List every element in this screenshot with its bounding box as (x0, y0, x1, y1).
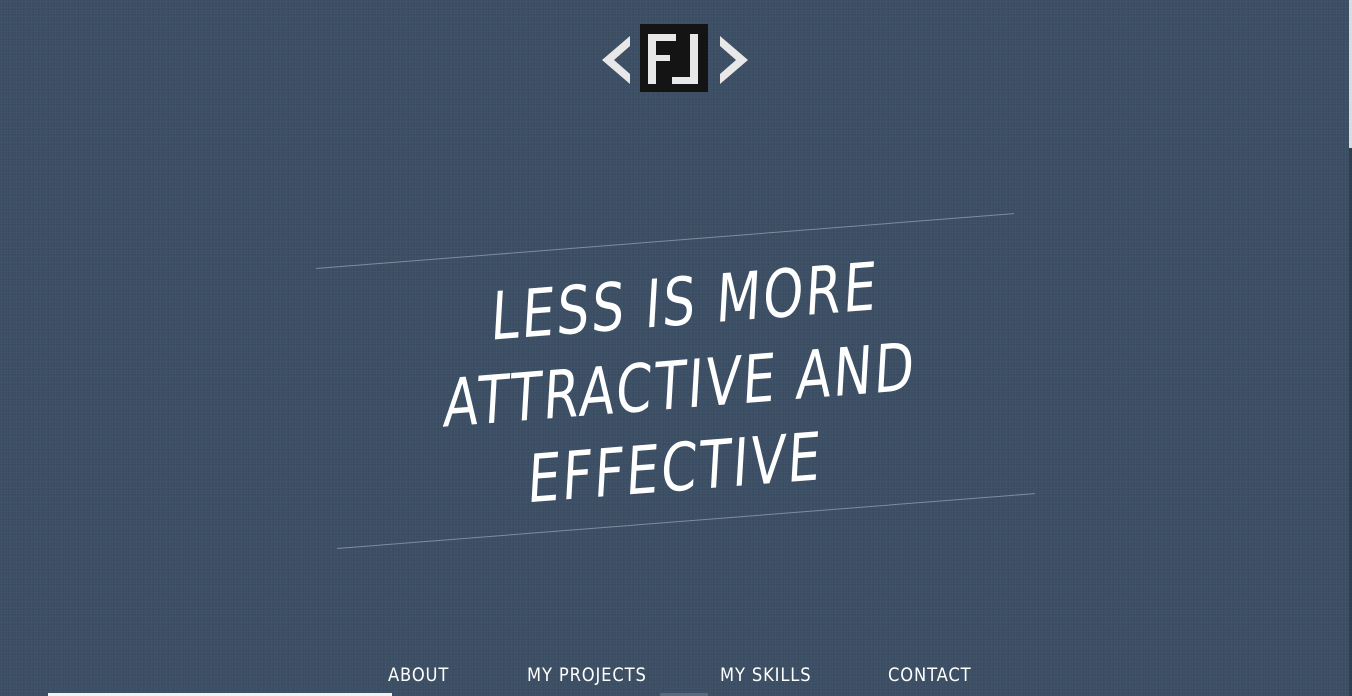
hero-headline: LESS IS MORE ATTRACTIVE AND EFFECTIVE (424, 241, 936, 530)
fl-logo-icon (602, 24, 748, 92)
site-logo[interactable] (598, 22, 752, 94)
nav-item-contact[interactable]: CONTACT (888, 664, 972, 686)
nav-item-my-skills[interactable]: MY SKILLS (720, 664, 812, 686)
nav-item-my-projects[interactable]: MY PROJECTS (527, 664, 647, 686)
main-nav: ABOUT MY PROJECTS MY SKILLS CONTACT (0, 660, 1352, 692)
nav-item-about[interactable]: ABOUT (388, 664, 449, 686)
